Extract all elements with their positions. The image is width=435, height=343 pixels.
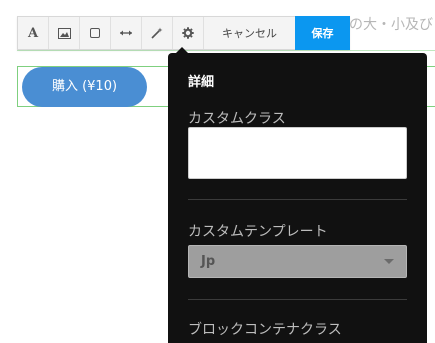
image-tool-button[interactable] [49, 17, 80, 49]
buy-button[interactable]: 購入 (¥10) [22, 67, 147, 107]
cancel-button[interactable]: キャンセル [204, 17, 295, 49]
width-tool-button[interactable] [111, 17, 142, 49]
square-icon [90, 28, 100, 38]
details-panel: 詳細 カスタムクラス カスタムテンプレート Jp ブロックコンテナクラス [168, 53, 427, 343]
block-edit-toolbar: A キャンセル 保存 [17, 16, 350, 50]
panel-title: 詳細 [188, 75, 215, 90]
block-outline-top [17, 50, 435, 51]
block-container-class-label: ブロックコンテナクラス [188, 322, 342, 338]
text-icon: A [27, 25, 39, 41]
page-heading-fragment: の大・小及び [349, 17, 433, 33]
custom-template-label: カスタムテンプレート [188, 224, 328, 240]
magic-tool-button[interactable] [142, 17, 173, 49]
divider [188, 199, 407, 200]
custom-template-select[interactable]: Jp [188, 245, 407, 278]
gear-icon [182, 27, 194, 39]
chevron-down-icon [384, 259, 394, 264]
custom-template-value: Jp [201, 254, 216, 269]
magic-wand-icon [151, 27, 163, 39]
settings-tool-button[interactable] [173, 17, 204, 49]
image-icon [57, 27, 71, 39]
divider [188, 299, 407, 300]
box-tool-button[interactable] [80, 17, 111, 49]
text-tool-button[interactable]: A [18, 17, 49, 49]
save-button[interactable]: 保存 [295, 16, 350, 50]
horizontal-arrows-icon [120, 30, 132, 36]
custom-class-label: カスタムクラス [188, 111, 286, 127]
custom-class-input[interactable] [188, 127, 407, 179]
